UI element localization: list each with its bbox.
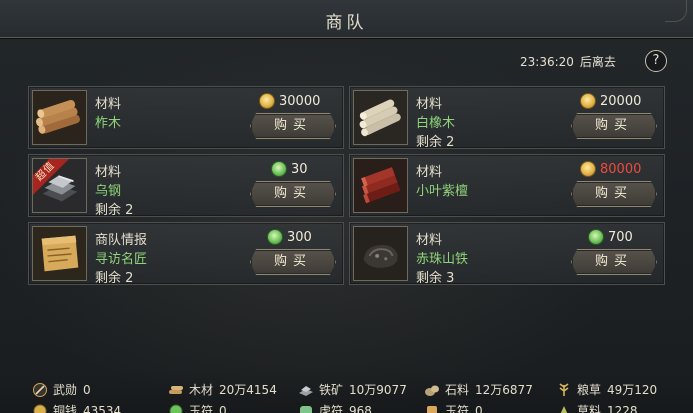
resource-value: 10万9077 [349, 383, 407, 397]
resource-value: 1228 [607, 403, 638, 413]
resource-label: 粮草 [577, 383, 602, 397]
help-button[interactable]: ? [645, 50, 667, 72]
item-name: 赤珠山铁 [416, 252, 469, 267]
price-value: 700 [608, 229, 633, 245]
jade-icon [169, 404, 183, 413]
buy-button[interactable]: 购买 [250, 181, 336, 207]
token-icon [427, 405, 437, 413]
title-bar: 商队 [0, 0, 693, 38]
timer-suffix: 后离去 [579, 55, 616, 69]
resource-label: 草料 [577, 404, 602, 413]
buy-button[interactable]: 购买 [250, 113, 336, 139]
resource-label: 石料 [445, 383, 470, 397]
price-value: 30000 [279, 93, 321, 109]
shop-item-card: 商队情报 寻访名匠 剩余 2 300 购买 [28, 222, 344, 286]
resource-iron: 铁矿 10万9077 [298, 381, 407, 398]
resource-hay: 草料 1228 [556, 402, 638, 413]
resource-stone: 石料 12万6877 [424, 381, 533, 398]
wood-icon [169, 385, 183, 394]
item-name: 白橡木 [416, 116, 456, 131]
resource-copper: 铜钱 43534 [32, 402, 121, 413]
oak-logs-icon [353, 90, 408, 145]
item-remaining: 剩余 2 [95, 203, 134, 218]
item-price: 30 [271, 159, 308, 179]
item-remaining: 剩余 3 [416, 271, 455, 286]
iron-ore-icon [353, 226, 408, 281]
price-value: 80000 [600, 161, 642, 177]
resource-tiger: 虎符 968 [298, 402, 372, 413]
hay-icon [560, 405, 568, 413]
item-remaining: 剩余 2 [416, 135, 455, 150]
price-value: 20000 [600, 93, 642, 109]
gold-coin-icon [580, 161, 596, 177]
resource-value: 0 [219, 403, 227, 413]
resource-value: 20万4154 [219, 383, 277, 397]
item-name: 小叶紫檀 [416, 184, 469, 199]
item-category: 材料 [416, 97, 443, 112]
resource-token: 玉符 0 [424, 402, 483, 413]
item-name: 乌钢 [95, 184, 122, 199]
iron-icon [299, 385, 313, 396]
logs-icon [32, 90, 87, 145]
gold-coin-icon [259, 93, 275, 109]
tiger-icon [300, 405, 312, 413]
item-price: 300 [267, 227, 312, 247]
resource-value: 12万6877 [475, 383, 533, 397]
resource-value: 0 [475, 403, 483, 413]
resource-wood: 木材 20万4154 [168, 381, 277, 398]
jade-token-icon [271, 161, 287, 177]
item-category: 材料 [95, 97, 122, 112]
item-price: 80000 [580, 159, 641, 179]
jade-token-icon [588, 229, 604, 245]
shop-item-card: 材料 白橡木 剩余 2 20000 购买 [349, 86, 665, 150]
price-value: 30 [291, 161, 308, 177]
resource-value: 968 [349, 403, 372, 413]
resource-jade: 玉符 0 [168, 402, 227, 413]
grain-icon [559, 382, 569, 396]
resource-label: 玉符 [189, 404, 214, 413]
item-category: 材料 [416, 233, 443, 248]
gold-coin-icon [580, 93, 596, 109]
resource-label: 武勋 [53, 383, 78, 397]
buy-button[interactable]: 购买 [571, 113, 657, 139]
resource-merit: 武勋 0 [32, 381, 91, 398]
item-category: 商队情报 [95, 233, 148, 248]
coin-icon [33, 404, 47, 413]
item-category: 材料 [95, 165, 122, 180]
resource-label: 木材 [189, 383, 214, 397]
page-title: 商队 [325, 13, 368, 33]
red-sandalwood-icon [353, 158, 408, 213]
resource-value: 43534 [83, 403, 122, 413]
price-value: 300 [287, 229, 312, 245]
sword-icon [33, 382, 47, 397]
resource-label: 铜钱 [53, 404, 78, 413]
steel-ingot-icon: 超值 [32, 158, 87, 213]
item-remaining: 剩余 2 [95, 271, 134, 286]
resource-label: 玉符 [445, 404, 470, 413]
scroll-icon [32, 226, 87, 281]
item-price: 20000 [580, 91, 641, 111]
shop-item-card: 材料 小叶紫檀 80000 购买 [349, 154, 665, 217]
item-name: 寻访名匠 [95, 252, 148, 267]
item-price: 30000 [259, 91, 320, 111]
resource-value: 49万120 [607, 383, 658, 397]
buy-button[interactable]: 购买 [250, 249, 336, 275]
shop-item-card: 材料 柞木 30000 购买 [28, 86, 344, 149]
stone-icon [425, 385, 439, 396]
shop-item-card: 材料 赤珠山铁 剩余 3 700 购买 [349, 222, 665, 286]
departure-timer: 23:36:20 后离去 [520, 53, 622, 70]
shop-item-card: 超值 材料 乌钢 剩余 2 30 购买 [28, 154, 344, 218]
buy-button[interactable]: 购买 [571, 249, 657, 275]
resource-label: 虎符 [319, 404, 344, 413]
buy-button[interactable]: 购买 [571, 181, 657, 207]
item-category: 材料 [416, 165, 443, 180]
resource-grain: 粮草 49万120 [556, 381, 657, 398]
jade-token-icon [267, 229, 283, 245]
item-name: 柞木 [95, 116, 122, 131]
timer-time: 23:36:20 [520, 55, 574, 69]
item-price: 700 [588, 227, 633, 247]
resource-value: 0 [83, 382, 91, 397]
resource-label: 铁矿 [319, 383, 344, 397]
